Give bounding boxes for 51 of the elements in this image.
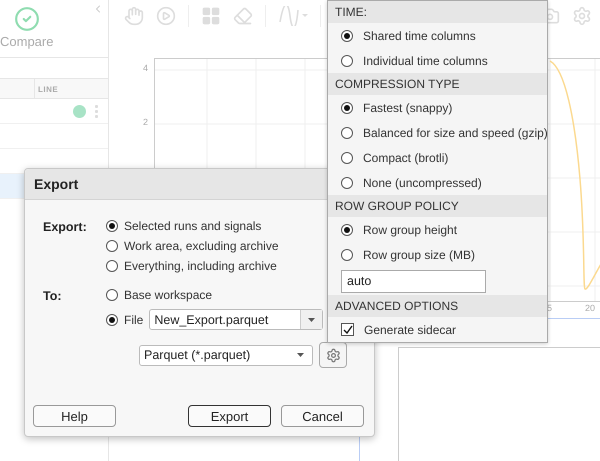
line-color-dot xyxy=(73,104,86,118)
dialog-button[interactable]: Help xyxy=(33,405,116,427)
option-label[interactable]: Compact (brotli) xyxy=(363,150,448,164)
option-label[interactable]: Row group size (MB) xyxy=(363,248,476,262)
option-label[interactable]: Row group height xyxy=(363,222,458,236)
section-header: ADVANCED OPTIONS xyxy=(328,295,547,317)
section-header: TIME: xyxy=(328,1,547,23)
settings-button[interactable] xyxy=(319,342,347,368)
size-input-field[interactable]: auto xyxy=(341,270,486,292)
option-label[interactable]: Selected runs and signals xyxy=(124,218,262,232)
option-label[interactable]: Work area, excluding archive xyxy=(124,238,279,252)
format-select[interactable]: Parquet (*.parquet) xyxy=(139,344,313,366)
radio-button[interactable] xyxy=(106,314,118,326)
x-tick-label: 20 xyxy=(585,303,596,313)
option-label[interactable]: File xyxy=(124,312,144,326)
option-label[interactable]: Fastest (snappy) xyxy=(363,100,452,114)
radio-button[interactable] xyxy=(106,240,118,252)
radio-button[interactable] xyxy=(341,30,353,42)
y-tick-label: 4 xyxy=(143,63,148,73)
checkbox[interactable] xyxy=(341,323,354,336)
radio-button[interactable] xyxy=(106,220,118,232)
caret-icon xyxy=(297,353,304,357)
settings-icon xyxy=(326,348,340,362)
option-label[interactable]: None (uncompressed) xyxy=(363,176,482,190)
radio-button[interactable] xyxy=(341,176,353,188)
section-header: COMPRESSION TYPE xyxy=(328,73,547,95)
option-label[interactable]: Shared time columns xyxy=(363,28,476,42)
dialog-button[interactable]: Cancel xyxy=(281,405,364,427)
caret-icon xyxy=(308,318,316,322)
radio-button[interactable] xyxy=(341,248,353,260)
option-label[interactable]: Base workspace xyxy=(124,288,212,302)
dialog-title: Export xyxy=(34,176,78,192)
column-header: LINE xyxy=(37,84,58,96)
radio-button[interactable] xyxy=(341,102,353,114)
radio-button[interactable] xyxy=(341,54,353,66)
export-label: Export: xyxy=(43,219,88,236)
section-header: ROW GROUP POLICY xyxy=(328,195,547,217)
option-label[interactable]: Generate sidecar xyxy=(364,322,456,336)
radio-button[interactable] xyxy=(341,152,353,164)
radio-button[interactable] xyxy=(106,260,118,272)
radio-button[interactable] xyxy=(341,224,353,236)
option-label[interactable]: Individual time columns xyxy=(363,54,488,68)
to-label: To: xyxy=(43,288,63,305)
y-tick-label: 2 xyxy=(143,117,148,127)
file-name-combo[interactable]: New_Export.parquet xyxy=(149,309,324,330)
dialog-button[interactable]: Export xyxy=(188,405,271,427)
radio-button[interactable] xyxy=(106,288,118,300)
option-label[interactable]: Balanced for size and speed (gzip) xyxy=(363,126,548,140)
radio-button[interactable] xyxy=(341,126,353,138)
check-circle-icon xyxy=(14,6,40,32)
option-label[interactable]: Everything, including archive xyxy=(124,258,277,272)
